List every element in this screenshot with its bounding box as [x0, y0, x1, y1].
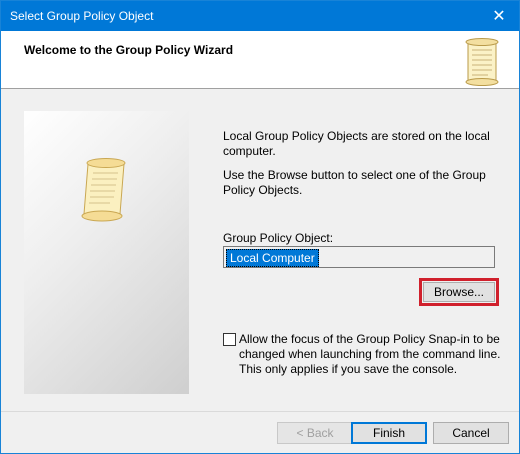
scroll-icon	[465, 38, 499, 86]
focus-checkbox[interactable]	[223, 333, 236, 346]
window-title: Select Group Policy Object	[10, 9, 154, 23]
gpo-field[interactable]: Local Computer	[223, 246, 495, 268]
close-icon[interactable]: ✕	[479, 1, 519, 31]
intro-text: Local Group Policy Objects are stored on…	[223, 129, 490, 158]
wizard-header: Welcome to the Group Policy Wizard	[1, 31, 519, 89]
browse-highlight-box: Browse...	[419, 278, 499, 306]
browse-button[interactable]: Browse...	[423, 282, 495, 302]
footer-divider	[1, 411, 519, 412]
scroll-icon	[81, 158, 126, 222]
cancel-button[interactable]: Cancel	[433, 422, 509, 444]
gpo-field-value: Local Computer	[226, 249, 319, 267]
back-button[interactable]: < Back	[277, 422, 353, 444]
dialog-window: Select Group Policy Object ✕ Welcome to …	[0, 0, 520, 454]
focus-checkbox-label[interactable]: Allow the focus of the Group Policy Snap…	[239, 332, 509, 377]
gpo-label: Group Policy Object:	[223, 231, 334, 245]
browse-hint-text: Use the Browse button to select one of t…	[223, 168, 486, 197]
wizard-side-panel	[24, 111, 189, 394]
title-bar[interactable]: Select Group Policy Object ✕	[1, 1, 519, 31]
finish-button[interactable]: Finish	[351, 422, 427, 444]
page-title: Welcome to the Group Policy Wizard	[24, 43, 234, 57]
